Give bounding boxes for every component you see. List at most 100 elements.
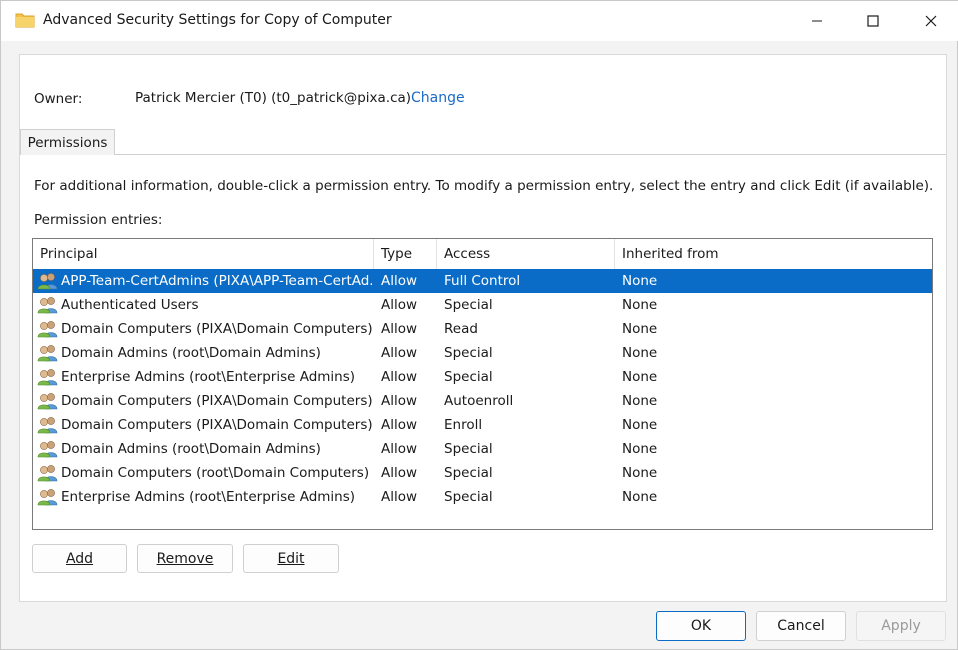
close-icon	[925, 15, 937, 27]
column-type-label: Type	[381, 246, 413, 262]
principal-text: Domain Admins (root\Domain Admins)	[61, 345, 321, 361]
table-row[interactable]: Domain Computers (root\Domain Computers)…	[33, 461, 932, 485]
owner-value: Patrick Mercier (T0) (t0_patrick@pixa.ca…	[135, 90, 412, 106]
cell-access: Special	[444, 369, 493, 385]
principal-text: Domain Computers (PIXA\Domain Computers)	[61, 393, 372, 409]
column-header-type[interactable]: Type	[374, 239, 437, 269]
title-bar[interactable]: Advanced Security Settings for Copy of C…	[1, 1, 958, 41]
table-row[interactable]: Enterprise Admins (root\Enterprise Admin…	[33, 485, 932, 509]
column-header-inherited-from[interactable]: Inherited from	[615, 239, 932, 269]
users-group-icon	[37, 368, 59, 386]
principal-text: Domain Computers (root\Domain Computers)	[61, 465, 370, 481]
add-button-label: Add	[65, 550, 94, 567]
cell-access: Full Control	[444, 273, 521, 289]
column-header-access[interactable]: Access	[437, 239, 615, 269]
cell-access: Special	[444, 441, 493, 457]
cell-type: Allow	[381, 489, 418, 505]
users-group-icon	[37, 392, 59, 410]
principal-text: Domain Admins (root\Domain Admins)	[61, 441, 321, 457]
cell-access: Special	[444, 297, 493, 313]
users-group-icon	[37, 488, 59, 506]
principal-text: Enterprise Admins (root\Enterprise Admin…	[61, 489, 356, 505]
users-group-icon	[37, 440, 59, 458]
users-group-icon	[37, 416, 59, 434]
tab-permissions-label: Permissions	[27, 134, 108, 151]
ok-button-label: OK	[690, 618, 712, 634]
change-owner-link[interactable]: Change	[411, 90, 465, 106]
column-header-principal[interactable]: Principal	[33, 239, 374, 269]
tab-permissions[interactable]: Permissions	[20, 129, 115, 155]
remove-button[interactable]: Remove	[137, 544, 233, 573]
info-text: For additional information, double-click…	[34, 178, 934, 194]
apply-button[interactable]: Apply	[856, 611, 946, 641]
users-group-icon	[37, 296, 59, 314]
tab-active-indicator	[21, 154, 114, 155]
cell-access: Autoenroll	[444, 393, 514, 409]
cell-principal: Domain Computers (root\Domain Computers)	[37, 461, 372, 485]
add-button[interactable]: Add	[32, 544, 127, 573]
table-row[interactable]: Enterprise Admins (root\Enterprise Admin…	[33, 365, 932, 389]
table-row[interactable]: Domain Computers (PIXA\Domain Computers)…	[33, 413, 932, 437]
close-button[interactable]	[903, 1, 958, 41]
cell-type: Allow	[381, 297, 418, 313]
cancel-button[interactable]: Cancel	[756, 611, 846, 641]
permission-entries-label: Permission entries:	[34, 212, 163, 228]
table-row[interactable]: Domain Admins (root\Domain Admins) Allow S…	[33, 437, 932, 461]
table-row[interactable]: Domain Computers (PIXA\Domain Computers)…	[33, 389, 932, 413]
edit-button[interactable]: Edit	[243, 544, 339, 573]
cell-type: Allow	[381, 441, 418, 457]
users-group-icon	[37, 464, 59, 482]
maximize-icon	[867, 15, 879, 27]
minimize-icon	[811, 15, 823, 27]
cell-inherited-from: None	[622, 393, 658, 409]
cell-type: Allow	[381, 465, 418, 481]
principal-text: Domain Computers (PIXA\Domain Computers)	[61, 417, 372, 433]
column-inherited-label: Inherited from	[622, 246, 719, 262]
cell-inherited-from: None	[622, 465, 658, 481]
apply-button-label: Apply	[881, 618, 921, 634]
users-group-icon	[37, 320, 59, 338]
table-row[interactable]: Domain Admins (root\Domain Admins) Allow S…	[33, 341, 932, 365]
cell-inherited-from: None	[622, 489, 658, 505]
permission-entries-list[interactable]: Principal Type Access Inherited from APP…	[32, 238, 933, 530]
cell-type: Allow	[381, 273, 418, 289]
principal-text: Enterprise Admins (root\Enterprise Admin…	[61, 369, 356, 385]
cell-type: Allow	[381, 369, 418, 385]
content-panel: Owner: Patrick Mercier (T0) (t0_patrick@…	[19, 54, 947, 602]
cell-principal: Enterprise Admins (root\Enterprise Admin…	[37, 485, 372, 509]
cancel-button-label: Cancel	[777, 618, 825, 634]
remove-button-label: Remove	[156, 550, 214, 567]
column-access-label: Access	[444, 246, 491, 262]
cell-access: Special	[444, 345, 493, 361]
cell-access: Enroll	[444, 417, 483, 433]
cell-principal: Domain Computers (PIXA\Domain Computers)	[37, 413, 372, 437]
table-row[interactable]: APP-Team-CertAdmins (PIXA\APP-Team-CertA…	[33, 269, 932, 293]
cell-inherited-from: None	[622, 345, 658, 361]
minimize-button[interactable]	[789, 1, 845, 41]
cell-inherited-from: None	[622, 369, 658, 385]
tab-strip-divider	[20, 154, 946, 155]
table-row[interactable]: Authenticated Users Allow Special None	[33, 293, 932, 317]
principal-text: APP-Team-CertAdmins (PIXA\APP-Team-CertA…	[61, 273, 372, 289]
cell-inherited-from: None	[622, 297, 658, 313]
ok-button[interactable]: OK	[656, 611, 746, 641]
table-row[interactable]: Domain Computers (PIXA\Domain Computers)…	[33, 317, 932, 341]
edit-button-label: Edit	[277, 550, 305, 567]
cell-principal: Enterprise Admins (root\Enterprise Admin…	[37, 365, 372, 389]
cell-principal: APP-Team-CertAdmins (PIXA\APP-Team-CertA…	[37, 269, 372, 293]
cell-inherited-from: None	[622, 441, 658, 457]
cell-type: Allow	[381, 393, 418, 409]
cell-inherited-from: None	[622, 417, 658, 433]
cell-type: Allow	[381, 345, 418, 361]
cell-type: Allow	[381, 417, 418, 433]
cell-principal: Domain Admins (root\Domain Admins)	[37, 437, 372, 461]
cell-principal: Domain Admins (root\Domain Admins)	[37, 341, 372, 365]
cell-inherited-from: None	[622, 273, 658, 289]
cell-principal: Authenticated Users	[37, 293, 372, 317]
cell-inherited-from: None	[622, 321, 658, 337]
cell-type: Allow	[381, 321, 418, 337]
principal-text: Authenticated Users	[61, 297, 199, 313]
users-group-icon	[37, 344, 59, 362]
dialog-window: Advanced Security Settings for Copy of C…	[0, 0, 958, 650]
maximize-button[interactable]	[845, 1, 901, 41]
